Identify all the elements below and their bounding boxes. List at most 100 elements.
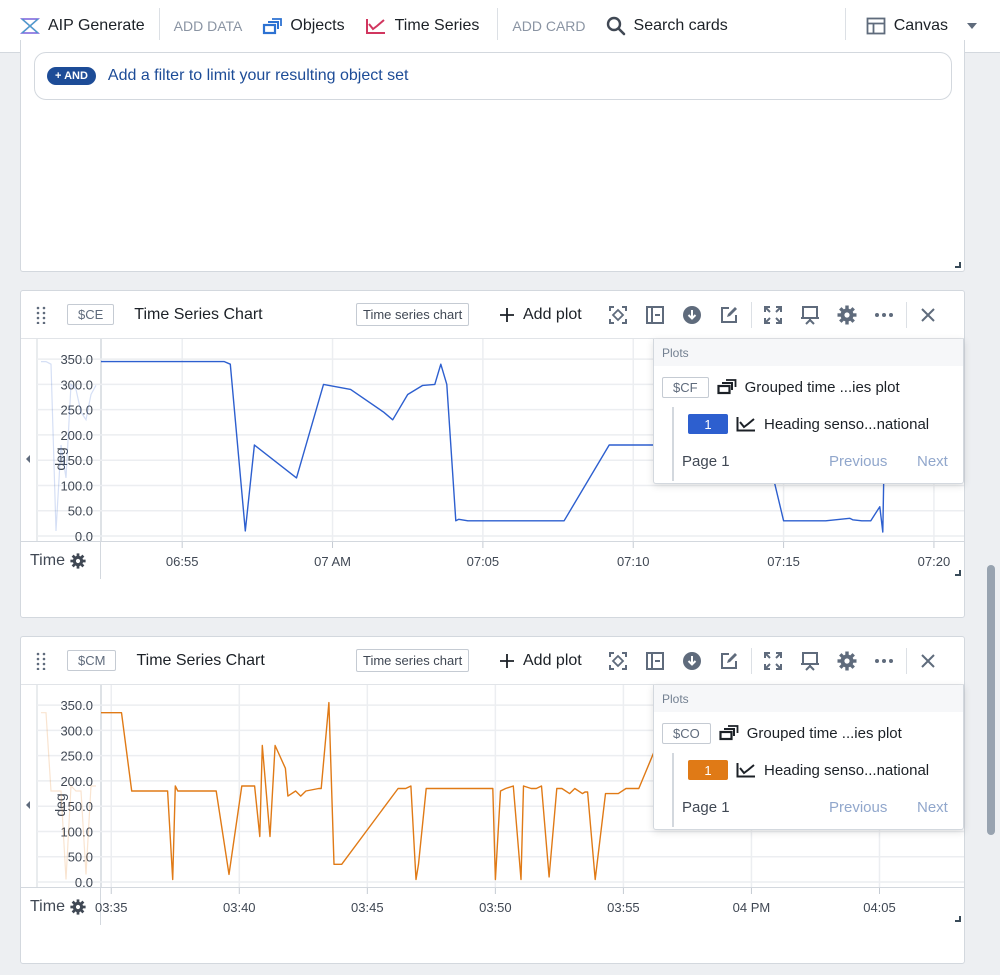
data-point[interactable] — [878, 505, 881, 508]
data-point[interactable] — [100, 360, 103, 363]
data-point[interactable] — [391, 418, 394, 421]
data-point[interactable] — [504, 787, 507, 790]
previous-page-button[interactable]: Previous — [829, 799, 887, 816]
plot-group-row[interactable]: $CO Grouped time ...ies plot — [654, 712, 963, 754]
data-point[interactable] — [860, 519, 863, 522]
presentation-button[interactable] — [792, 300, 829, 330]
next-page-button[interactable]: Next — [917, 799, 948, 816]
data-point[interactable] — [573, 787, 576, 790]
data-point[interactable] — [299, 795, 302, 798]
data-point[interactable] — [161, 790, 164, 793]
data-point[interactable] — [120, 711, 123, 714]
resize-handle[interactable] — [955, 916, 961, 922]
more-options-button[interactable] — [866, 646, 903, 676]
data-point[interactable] — [617, 792, 620, 795]
data-point[interactable] — [253, 785, 256, 788]
data-point[interactable] — [174, 785, 177, 788]
download-button[interactable] — [674, 300, 711, 330]
data-point[interactable] — [100, 711, 103, 714]
data-point[interactable] — [788, 519, 791, 522]
next-page-button[interactable]: Next — [917, 453, 948, 470]
vertical-scrollbar[interactable] — [987, 565, 995, 835]
data-point[interactable] — [563, 519, 566, 522]
zoom-to-fit-button[interactable] — [600, 646, 637, 676]
maximize-button[interactable] — [755, 646, 792, 676]
data-point[interactable] — [215, 790, 218, 793]
series-row[interactable]: 1 Heading senso...national — [654, 754, 963, 786]
data-point[interactable] — [294, 790, 297, 793]
data-point[interactable] — [284, 767, 287, 770]
edit-button[interactable] — [711, 300, 748, 330]
add-plot-button[interactable]: Add plot — [489, 652, 592, 670]
data-point[interactable] — [382, 411, 385, 414]
data-point[interactable] — [304, 790, 307, 793]
maximize-button[interactable] — [755, 300, 792, 330]
data-point[interactable] — [481, 519, 484, 522]
data-point[interactable] — [261, 744, 264, 747]
data-point[interactable] — [848, 517, 851, 520]
data-point[interactable] — [520, 878, 523, 881]
previous-page-button[interactable]: Previous — [829, 453, 887, 470]
data-point[interactable] — [439, 363, 442, 366]
collapse-caret-icon[interactable] — [26, 801, 30, 809]
resize-handle[interactable] — [955, 570, 961, 576]
settings-button[interactable] — [829, 300, 866, 330]
data-point[interactable] — [540, 785, 543, 788]
edit-button[interactable] — [711, 646, 748, 676]
data-point[interactable] — [327, 701, 330, 704]
data-point[interactable] — [581, 792, 584, 795]
data-point[interactable] — [322, 383, 325, 386]
data-point[interactable] — [415, 878, 418, 881]
data-point[interactable] — [295, 476, 298, 479]
data-point[interactable] — [417, 863, 420, 866]
drag-handle-icon[interactable] — [21, 652, 61, 670]
data-point[interactable] — [607, 792, 610, 795]
data-point[interactable] — [166, 790, 169, 793]
data-point[interactable] — [258, 835, 261, 838]
data-point[interactable] — [340, 863, 343, 866]
data-point[interactable] — [568, 792, 571, 795]
data-point[interactable] — [421, 384, 424, 387]
data-point[interactable] — [512, 785, 515, 788]
data-point[interactable] — [223, 360, 226, 363]
toggle-panel-button[interactable] — [637, 646, 674, 676]
data-point[interactable] — [625, 787, 628, 790]
data-point[interactable] — [476, 787, 479, 790]
add-and-filter-button[interactable]: + AND — [47, 67, 96, 85]
data-point[interactable] — [555, 787, 558, 790]
download-button[interactable] — [674, 646, 711, 676]
add-plot-button[interactable]: Add plot — [489, 306, 592, 324]
data-point[interactable] — [130, 790, 133, 793]
collapse-caret-icon[interactable] — [26, 455, 30, 463]
drag-handle-icon[interactable] — [21, 306, 61, 324]
card-title[interactable]: Time Series Chart — [134, 306, 262, 324]
data-point[interactable] — [851, 518, 854, 521]
data-point[interactable] — [333, 863, 336, 866]
data-point[interactable] — [274, 744, 277, 747]
resize-handle[interactable] — [955, 262, 961, 268]
data-point[interactable] — [433, 383, 436, 386]
data-point[interactable] — [454, 519, 457, 522]
card-rid-tag[interactable]: $CM — [67, 650, 117, 671]
data-point[interactable] — [406, 393, 409, 396]
settings-button[interactable] — [829, 646, 866, 676]
data-point[interactable] — [286, 795, 289, 798]
data-point[interactable] — [584, 791, 587, 794]
series-row[interactable]: 1 Heading senso...national — [654, 408, 963, 440]
data-point[interactable] — [349, 388, 352, 391]
data-point[interactable] — [499, 790, 502, 793]
data-point[interactable] — [457, 518, 460, 521]
data-point[interactable] — [244, 529, 247, 532]
data-point[interactable] — [229, 363, 232, 366]
data-point[interactable] — [491, 787, 494, 790]
data-point[interactable] — [869, 519, 872, 522]
data-point[interactable] — [425, 787, 428, 790]
data-point[interactable] — [782, 519, 785, 522]
data-point[interactable] — [535, 787, 538, 790]
data-point[interactable] — [522, 785, 525, 788]
presentation-button[interactable] — [792, 646, 829, 676]
data-point[interactable] — [445, 383, 448, 386]
data-point[interactable] — [494, 878, 497, 881]
data-point[interactable] — [269, 835, 272, 838]
data-point[interactable] — [586, 791, 589, 794]
